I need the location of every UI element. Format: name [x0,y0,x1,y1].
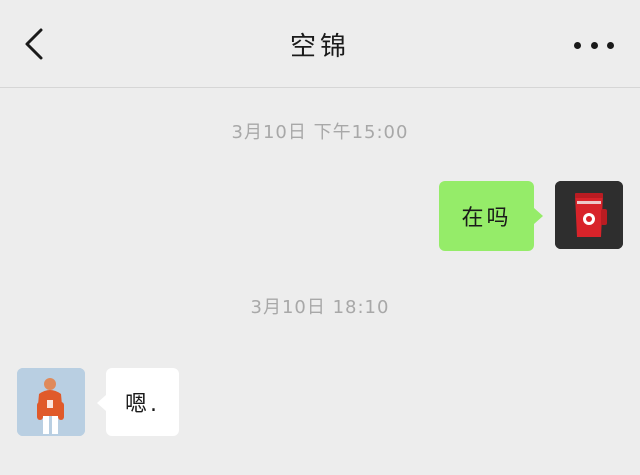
more-horizontal-icon [574,41,581,49]
more-dot [607,41,614,49]
chat-header: 空锦 [0,0,640,88]
chat-title: 空锦 [289,32,350,62]
red-cup-avatar[interactable] [555,181,623,249]
message-timestamp: 3月10日 18:10 [250,297,390,318]
message-text: 在吗 [461,206,512,231]
person-orange-hoodie-avatar[interactable] [17,368,85,436]
message-timestamp: 3月10日 下午15:00 [231,122,409,143]
message-text: 嗯. [125,392,160,417]
red-cup-icon [555,181,623,249]
person-avatar-icon [17,368,85,436]
more-dot [590,41,598,49]
bubble-tail [97,395,106,411]
outgoing-message-bubble[interactable]: 在吗 [439,181,534,251]
incoming-message-bubble[interactable]: 嗯. [106,368,179,436]
bubble-tail [534,208,543,224]
more-options-button[interactable] [574,30,614,60]
